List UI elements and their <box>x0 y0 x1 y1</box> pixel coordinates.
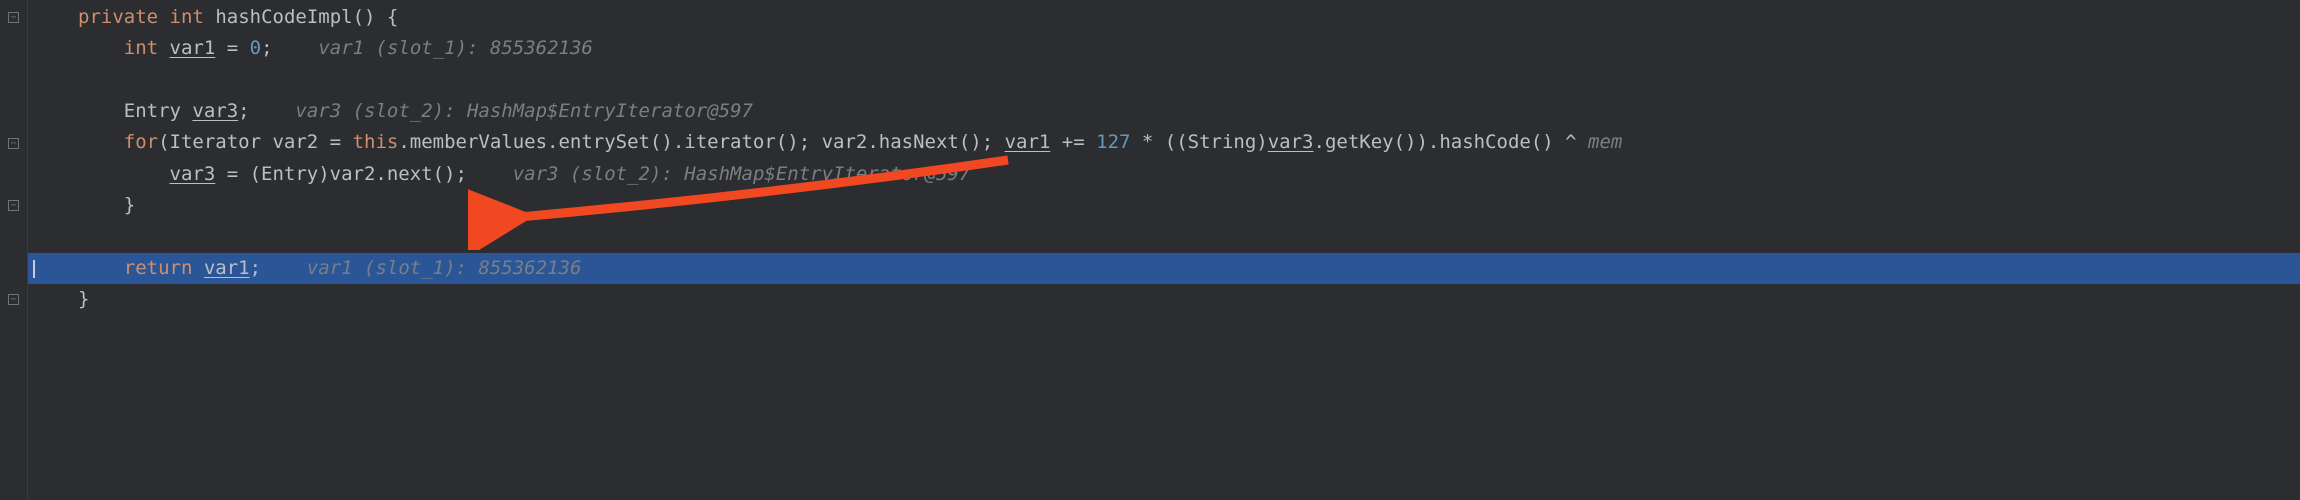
code-text: .memberValues.entrySet().iterator(); var… <box>398 131 1004 153</box>
inline-hint: var1 (slot_1): 855362136 <box>295 257 581 279</box>
caret-icon <box>33 260 35 278</box>
variable: var1 <box>1005 131 1051 153</box>
code-line[interactable]: var3 = (Entry)var2.next(); var3 (slot_2)… <box>28 159 2300 190</box>
variable: var3 <box>1268 131 1314 153</box>
code-line-blank[interactable] <box>28 65 2300 96</box>
code-line-blank[interactable] <box>28 315 2300 346</box>
code-line[interactable]: int var1 = 0; var1 (slot_1): 855362136 <box>28 33 2300 64</box>
keyword-for: for <box>124 131 158 153</box>
inline-hint: var1 (slot_1): 855362136 <box>307 37 593 59</box>
code-editor[interactable]: private int hashCodeImpl() { int var1 = … <box>0 0 2300 500</box>
brace: } <box>78 288 89 310</box>
number-literal: 127 <box>1096 131 1130 153</box>
type-name: Entry <box>124 100 193 122</box>
variable: var3 <box>170 163 216 185</box>
variable: var3 <box>192 100 238 122</box>
code-line-blank[interactable] <box>28 221 2300 252</box>
punct: () { <box>353 6 399 28</box>
variable: var1 <box>170 37 216 59</box>
fold-marker-icon[interactable] <box>8 294 19 305</box>
code-line[interactable]: for(Iterator var2 = this.memberValues.en… <box>28 127 2300 158</box>
fold-marker-icon[interactable] <box>8 138 19 149</box>
code-line[interactable]: } <box>28 284 2300 315</box>
keyword-return: return <box>124 257 193 279</box>
assign-op: = <box>215 37 249 59</box>
code-line[interactable]: } <box>28 190 2300 221</box>
method-name: hashCodeImpl <box>215 6 352 28</box>
keyword-int: int <box>170 6 204 28</box>
number-literal: 0 <box>250 37 261 59</box>
variable: var1 <box>204 257 250 279</box>
space <box>192 257 203 279</box>
fold-marker-icon[interactable] <box>8 200 19 211</box>
truncated-code: mem <box>1588 131 1622 153</box>
inline-hint: var3 (slot_2): HashMap$EntryIterator@597 <box>284 100 753 122</box>
code-line[interactable]: private int hashCodeImpl() { <box>28 2 2300 33</box>
inline-hint: var3 (slot_2): HashMap$EntryIterator@597 <box>501 163 970 185</box>
code-text: = (Entry)var2.next(); <box>215 163 467 185</box>
semicolon: ; <box>261 37 272 59</box>
semicolon: ; <box>250 257 261 279</box>
keyword-int: int <box>124 37 158 59</box>
code-text: * ((String) <box>1130 131 1267 153</box>
keyword-private: private <box>78 6 158 28</box>
fold-marker-icon[interactable] <box>8 12 19 23</box>
brace: } <box>124 194 135 216</box>
code-area[interactable]: private int hashCodeImpl() { int var1 = … <box>28 0 2300 500</box>
code-line[interactable]: Entry var3; var3 (slot_2): HashMap$Entry… <box>28 96 2300 127</box>
keyword-this: this <box>353 131 399 153</box>
code-line-current[interactable]: return var1; var1 (slot_1): 855362136 <box>28 253 2300 284</box>
gutter <box>0 0 28 500</box>
code-text: .getKey()).hashCode() ^ <box>1314 131 1589 153</box>
code-text: (Iterator var2 = <box>158 131 352 153</box>
code-text: += <box>1050 131 1096 153</box>
semicolon: ; <box>238 100 249 122</box>
